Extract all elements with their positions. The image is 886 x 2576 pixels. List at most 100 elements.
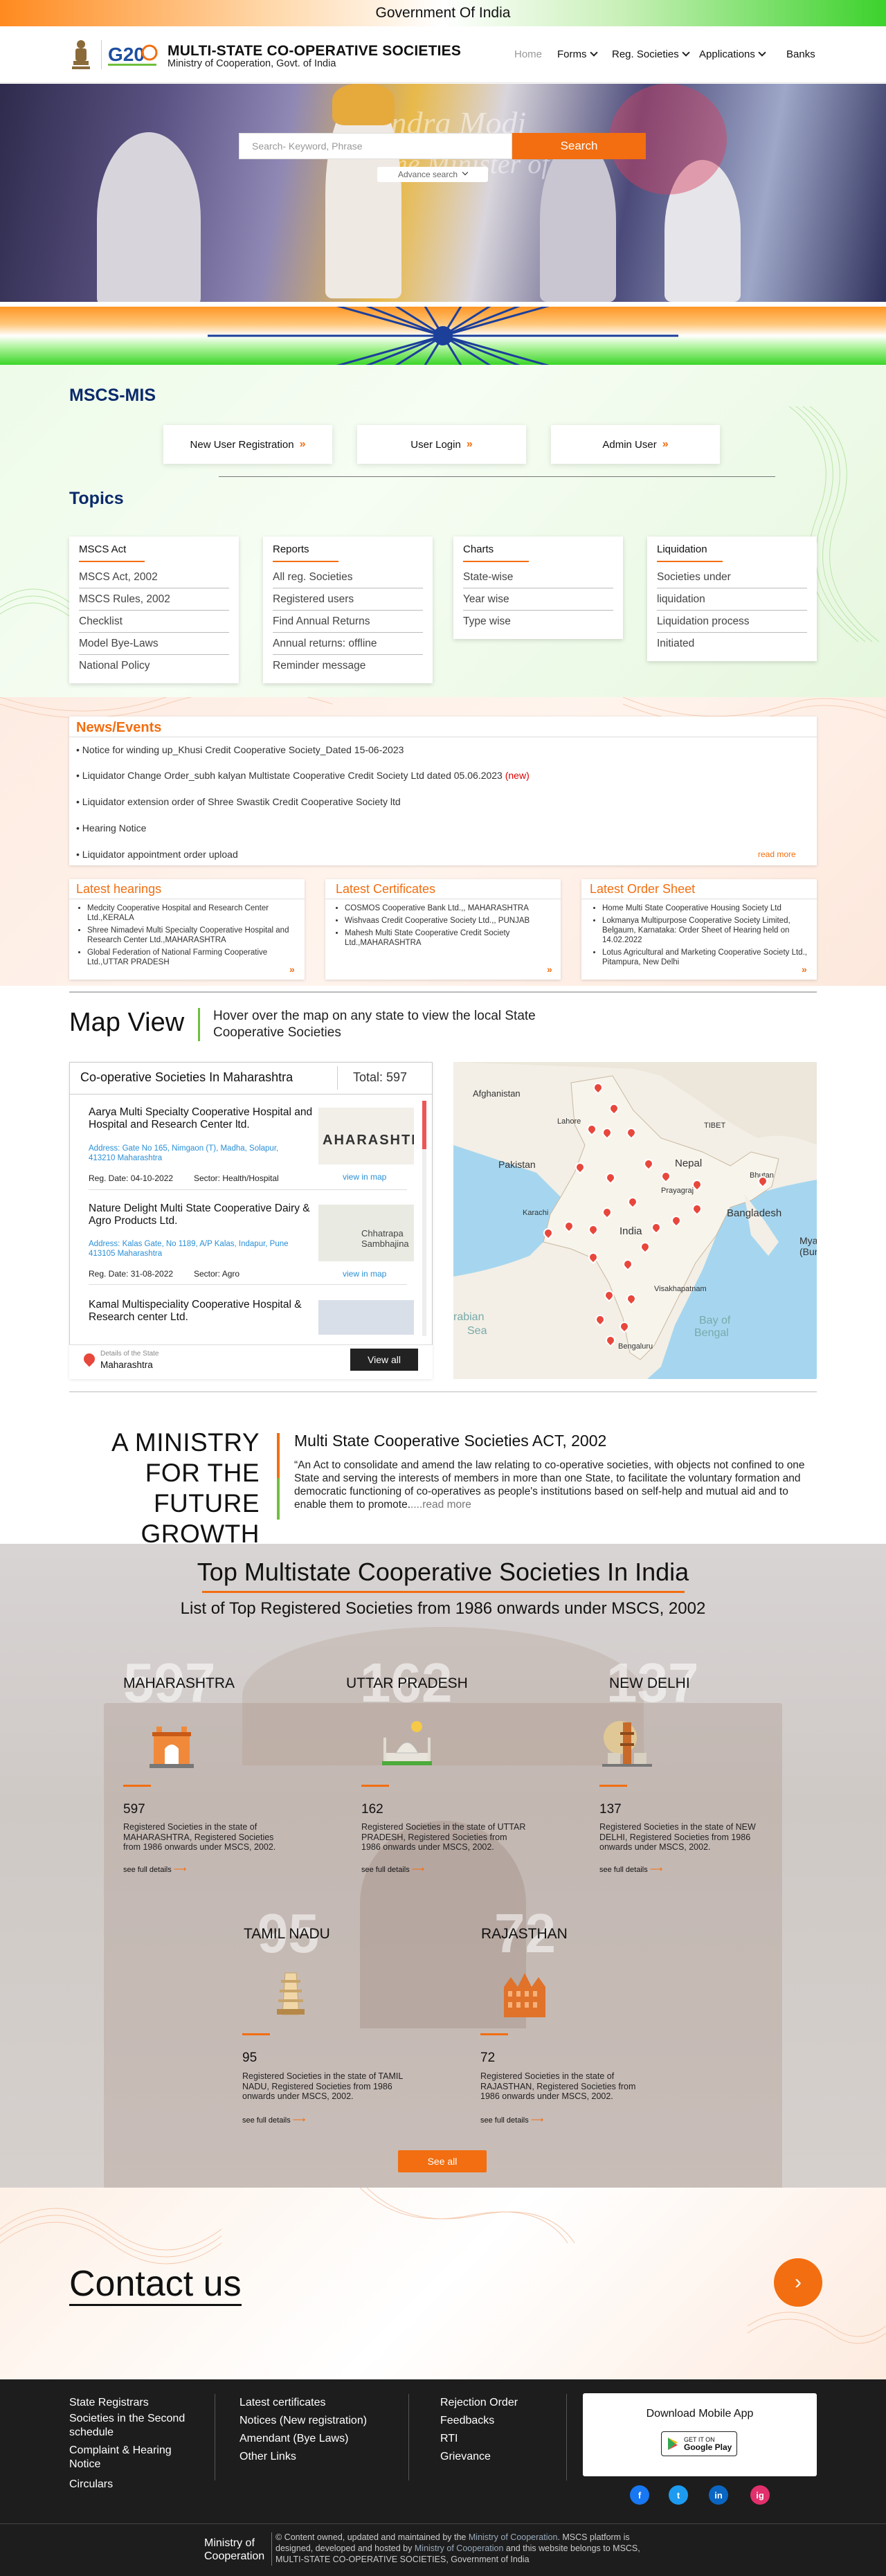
search-button[interactable]: Search: [512, 133, 646, 159]
footer-link[interactable]: RTI: [440, 2430, 565, 2448]
india-map[interactable]: Afghanistan Pakistan Nepal Bhutan Bangla…: [453, 1062, 817, 1379]
scrollbar-thumb[interactable]: [422, 1101, 426, 1149]
see-full-details-link[interactable]: see full details ⟶: [242, 2114, 305, 2125]
see-full-details-link[interactable]: see full details ⟶: [480, 2114, 543, 2125]
linkedin-icon[interactable]: in: [709, 2485, 728, 2505]
nav-forms[interactable]: Forms: [557, 48, 598, 60]
google-play-badge[interactable]: GET IT ON Google Play: [661, 2431, 737, 2456]
topic-link[interactable]: National Policy: [79, 655, 229, 676]
brand-line: Cooperation: [204, 2550, 265, 2562]
footer-link[interactable]: Amendant (Bye Laws): [239, 2430, 392, 2448]
topic-link[interactable]: Checklist: [79, 611, 229, 633]
header-divider: [101, 40, 102, 69]
see-full-details-link[interactable]: see full details ⟶: [123, 1864, 186, 1875]
instagram-icon[interactable]: ig: [750, 2485, 770, 2505]
topic-link[interactable]: Model Bye-Laws: [79, 633, 229, 655]
topic-link[interactable]: Annual returns: offline: [273, 633, 423, 655]
certificate-item[interactable]: Mahesh Multi State Cooperative Credit So…: [345, 928, 543, 948]
footer-link[interactable]: Latest certificates: [239, 2394, 392, 2412]
topics-title: Topics: [69, 489, 124, 508]
footer-link[interactable]: Rejection Order: [440, 2394, 565, 2412]
topic-link[interactable]: Registered users: [273, 588, 423, 611]
topic-link[interactable]: Societies under: [657, 566, 807, 588]
news-item[interactable]: • Liquidator Change Order_subh kalyan Mu…: [76, 770, 530, 781]
site-title[interactable]: MULTI-STATE CO-OPERATIVE SOCIETIES: [168, 43, 461, 60]
contact-title[interactable]: Contact us: [69, 2264, 242, 2306]
certificate-item[interactable]: COSMOS Cooperative Bank Ltd.,, MAHARASHT…: [345, 903, 543, 913]
topic-link[interactable]: MSCS Rules, 2002: [79, 588, 229, 611]
topic-link[interactable]: Liquidation process: [657, 611, 807, 633]
society-name[interactable]: Aarya Multi Specialty Cooperative Hospit…: [89, 1106, 317, 1131]
certificate-item[interactable]: Wishvaas Credit Cooperative Society Ltd.…: [345, 916, 543, 926]
state-name: TAMIL NADU: [244, 1926, 330, 1942]
top-societies-title: Top Multistate Cooperative Societies In …: [197, 1558, 689, 1586]
topic-link[interactable]: All reg. Societies: [273, 566, 423, 588]
footer-link[interactable]: Grievance: [440, 2448, 565, 2466]
topic-link[interactable]: Reminder message: [273, 655, 423, 676]
footer-link[interactable]: Notices (New registration): [239, 2412, 392, 2430]
see-all-button[interactable]: See all: [398, 2150, 487, 2172]
society-name[interactable]: Kamal Multispeciality Cooperative Hospit…: [89, 1299, 317, 1324]
copy-highlight[interactable]: Ministry of Cooperation: [415, 2543, 504, 2553]
news-item[interactable]: • Liquidator extension order of Shree Sw…: [76, 796, 401, 807]
hearing-item[interactable]: Shree Nimadevi Multi Specialty Cooperati…: [87, 926, 292, 945]
topic-card-liquidation: Liquidation Societies under liquidation …: [647, 537, 817, 661]
footer-link[interactable]: Circulars: [69, 2476, 194, 2494]
download-app-title: Download Mobile App: [646, 2408, 754, 2420]
society-map-thumbnail[interactable]: [318, 1300, 414, 1335]
nav-applications[interactable]: Applications: [699, 48, 766, 60]
order-item[interactable]: Lokmanya Multipurpose Cooperative Societ…: [602, 916, 810, 945]
hearing-item[interactable]: Global Federation of National Farming Co…: [87, 948, 292, 967]
footer-link[interactable]: Societies in the Second schedule: [69, 2412, 194, 2440]
view-in-map-link[interactable]: view in map: [343, 1172, 386, 1182]
new-badge: (new): [505, 770, 530, 781]
footer-divider: [408, 2394, 409, 2480]
nav-reg-societies[interactable]: Reg. Societies: [612, 48, 690, 60]
society-map-thumbnail[interactable]: Chhatrapa Sambhajina: [318, 1205, 414, 1261]
news-item[interactable]: • Hearing Notice: [76, 822, 146, 834]
double-chevron-right-icon[interactable]: »: [289, 964, 295, 975]
contact-arrow-button[interactable]: ›: [774, 2258, 822, 2307]
news-item[interactable]: • Notice for winding up_Khusi Credit Coo…: [76, 744, 404, 755]
topic-link[interactable]: State-wise: [463, 566, 613, 588]
g20-logo[interactable]: G20: [107, 40, 159, 69]
footer-link[interactable]: Feedbacks: [440, 2412, 565, 2430]
nav-banks[interactable]: Banks: [786, 48, 815, 60]
double-chevron-right-icon[interactable]: »: [802, 964, 807, 975]
hearing-item[interactable]: Medcity Cooperative Hospital and Researc…: [87, 903, 292, 923]
news-read-more-link[interactable]: read more: [758, 849, 796, 859]
emblem-icon[interactable]: [69, 37, 93, 72]
order-item[interactable]: Lotus Agricultural and Marketing Coopera…: [602, 948, 810, 967]
footer-link[interactable]: Complaint & Hearing Notice: [69, 2444, 194, 2471]
news-item[interactable]: • Liquidator appointment order upload: [76, 849, 238, 860]
topic-link[interactable]: liquidation: [657, 588, 807, 611]
topic-link[interactable]: Year wise: [463, 588, 613, 611]
order-item[interactable]: Home Multi State Cooperative Housing Soc…: [602, 903, 810, 913]
twitter-icon[interactable]: t: [669, 2485, 688, 2505]
map-label: Prayagraj: [661, 1187, 694, 1195]
act-read-more-link[interactable]: ....read more: [410, 1499, 471, 1511]
nav-home[interactable]: Home: [514, 48, 542, 60]
topic-link[interactable]: MSCS Act, 2002: [79, 566, 229, 588]
see-full-details-link[interactable]: see full details ⟶: [361, 1864, 424, 1875]
search-input[interactable]: Search- Keyword, Phrase: [239, 133, 512, 159]
double-chevron-right-icon[interactable]: »: [547, 964, 552, 975]
facebook-icon[interactable]: f: [630, 2485, 649, 2505]
admin-user-button[interactable]: Admin User »: [551, 425, 720, 464]
view-all-button[interactable]: View all: [350, 1349, 418, 1371]
footer-link[interactable]: State Registrars: [69, 2394, 194, 2412]
society-map-thumbnail[interactable]: AHARASHTI: [318, 1108, 414, 1164]
see-full-details-link[interactable]: see full details ⟶: [599, 1864, 662, 1875]
topic-link[interactable]: Initiated: [657, 633, 807, 654]
advanced-search-toggle[interactable]: Advance search: [377, 167, 488, 182]
new-user-registration-button[interactable]: New User Registration »: [163, 425, 332, 464]
view-in-map-link[interactable]: view in map: [343, 1269, 386, 1279]
topic-link[interactable]: Find Annual Returns: [273, 611, 423, 633]
topic-link[interactable]: Type wise: [463, 611, 613, 632]
society-name[interactable]: Nature Delight Multi State Cooperative D…: [89, 1203, 317, 1227]
society-divider: [89, 1284, 407, 1285]
ministry-brand[interactable]: Ministry of Cooperation: [204, 2537, 264, 2563]
user-login-button[interactable]: User Login »: [357, 425, 526, 464]
footer-link[interactable]: Other Links: [239, 2448, 392, 2466]
copy-highlight[interactable]: Ministry of Cooperation: [469, 2532, 558, 2542]
